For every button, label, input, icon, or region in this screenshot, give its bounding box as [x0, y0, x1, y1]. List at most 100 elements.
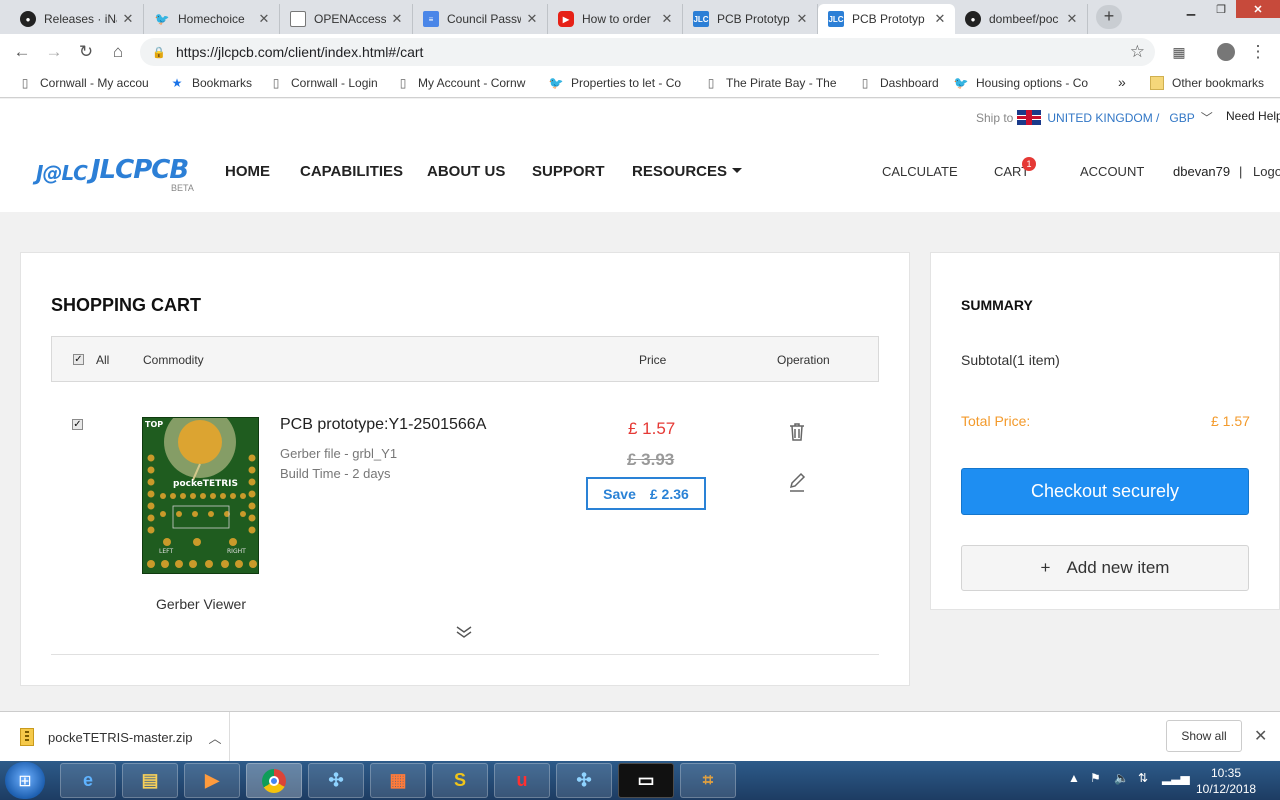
page-icon: ▯	[707, 76, 715, 90]
username-link[interactable]: dbevan79	[1173, 164, 1230, 179]
browser-tab[interactable]: 🐦 Homechoice ✕	[144, 4, 280, 34]
page-icon: ▯	[861, 76, 869, 90]
chevron-up-icon[interactable]: ︿	[209, 728, 222, 747]
back-icon[interactable]: ←	[10, 40, 34, 64]
browser-tab-active[interactable]: JLC PCB Prototyp ✕	[818, 4, 955, 34]
nav-support[interactable]: SUPPORT	[532, 163, 605, 180]
ship-to-selector[interactable]: Ship to UNITED KINGDOM / GBP ﹀	[976, 109, 1213, 126]
u-app-icon[interactable]: u	[494, 763, 550, 798]
show-all-button[interactable]: Show all	[1166, 720, 1242, 752]
nav-account[interactable]: ACCOUNT	[1080, 164, 1144, 179]
save-amount: £ 2.36	[649, 485, 689, 502]
add-new-item-button[interactable]: + Add new item	[961, 545, 1249, 591]
bookmark-item[interactable]: 🐦 Properties to let - Co	[549, 76, 684, 90]
tab-title: PCB Prototyp	[717, 12, 790, 26]
nav-capabilities[interactable]: CAPABILITIES	[300, 163, 403, 180]
nav-calculate[interactable]: CALCULATE	[882, 164, 958, 179]
address-bar[interactable]: 🔒 https://jlcpcb.com/client/index.html#/…	[140, 38, 1155, 66]
close-icon[interactable]: ✕	[121, 11, 135, 27]
more-bookmarks-chevron[interactable]: »	[1118, 74, 1126, 90]
need-help-link[interactable]: Need Help	[1226, 109, 1280, 123]
signal-icon[interactable]: ▂▃▅	[1162, 771, 1190, 785]
bookmark-item[interactable]: ▯ The Pirate Bay - The	[704, 76, 839, 90]
chrome-icon[interactable]	[246, 763, 302, 798]
start-button-icon[interactable]: ⊞	[5, 762, 45, 799]
col-all: All	[96, 353, 110, 367]
close-window-icon[interactable]: ✕	[1236, 0, 1280, 18]
home-icon[interactable]: ⌂	[106, 40, 130, 64]
volume-icon[interactable]: 🔈	[1114, 771, 1129, 785]
bookmark-item[interactable]: ▯ Dashboard	[858, 76, 942, 90]
bird-icon: 🐦	[154, 12, 170, 26]
github-icon: ●	[20, 11, 36, 27]
bookmark-item[interactable]: ▯ Cornwall - My accou	[18, 76, 152, 90]
reload-icon[interactable]: ↻	[74, 40, 98, 64]
total-price-label: Total Price:	[961, 413, 1031, 429]
fan-app-icon-2[interactable]: ✣	[556, 763, 612, 798]
s-app-icon[interactable]: S	[432, 763, 488, 798]
expand-details-icon[interactable]	[455, 625, 473, 642]
maximize-icon[interactable]: ❐	[1206, 0, 1236, 18]
item-checkbox[interactable]: ✓	[72, 419, 83, 430]
bookmark-item[interactable]: ★ Bookmarks	[170, 76, 260, 90]
browser-tab[interactable]: ▶ How to order ✕	[548, 4, 683, 34]
tab-title: Releases · iNa	[44, 12, 117, 26]
browser-tab[interactable]: ● Releases · iNa ✕	[10, 4, 144, 34]
browser-tab[interactable]: JLC PCB Prototyp ✕	[683, 4, 818, 34]
jlcpcb-logo[interactable]: J@LC JLCPCB BETA	[36, 155, 194, 193]
star-icon: ★	[171, 76, 183, 90]
menu-kebab-icon[interactable]: ⋮	[1246, 40, 1270, 64]
page-icon: ▯	[399, 76, 407, 90]
new-tab-button[interactable]: +	[1096, 5, 1122, 29]
logout-link[interactable]: Logout	[1253, 164, 1280, 179]
download-item[interactable]: pockeTETRIS-master.zip ︿	[0, 712, 230, 762]
bookmark-star-icon[interactable]: ☆	[1130, 42, 1145, 62]
bookmark-item[interactable]: ▯ My Account - Cornw	[396, 76, 530, 90]
explorer-folder-icon[interactable]: ▤	[122, 763, 178, 798]
download-filename: pockeTETRIS-master.zip	[48, 729, 193, 745]
windows-taskbar: ⊞ e ▤ ▶ ✣ ▦ S u ✣ ▭ ⌗ ▲ ⚑ 🔈 ⇅ ▂▃▅ 10:35 …	[0, 761, 1280, 800]
taskbar-clock[interactable]: 10:35 10/12/2018	[1196, 765, 1256, 797]
docs-icon: ≡	[423, 11, 439, 27]
flag-icon[interactable]: ⚑	[1090, 771, 1101, 785]
apps-grid-icon[interactable]: ▦	[1167, 40, 1191, 64]
close-icon[interactable]: ✕	[795, 11, 809, 27]
other-bookmarks-folder[interactable]: Other bookmarks	[1150, 76, 1270, 90]
browser-tab[interactable]: ≡ Council Passw ✕	[413, 4, 548, 34]
edit-pencil-icon[interactable]	[785, 470, 809, 494]
ie-icon[interactable]: e	[60, 763, 116, 798]
fan-app-icon[interactable]: ✣	[308, 763, 364, 798]
office-app-icon[interactable]: ▦	[370, 763, 426, 798]
network-icon[interactable]: ⇅	[1138, 771, 1148, 785]
media-player-icon[interactable]: ▶	[184, 763, 240, 798]
profile-avatar-icon[interactable]	[1214, 40, 1238, 64]
pcb-left-label: LEFT	[159, 548, 173, 555]
bookmark-item[interactable]: ▯ Cornwall - Login	[269, 76, 384, 90]
close-icon[interactable]: ✕	[257, 11, 271, 27]
page-icon: ▯	[21, 76, 29, 90]
command-prompt-icon[interactable]: ▭	[618, 763, 674, 798]
schematic-app-icon[interactable]: ⌗	[680, 763, 736, 798]
browser-tab[interactable]: ● dombeef/poc ✕	[955, 4, 1088, 34]
trash-icon[interactable]	[785, 420, 809, 444]
close-icon[interactable]: ✕	[390, 11, 404, 27]
ship-country: UNITED KINGDOM /	[1047, 110, 1160, 125]
nav-home[interactable]: HOME	[225, 163, 270, 180]
nav-about-us[interactable]: ABOUT US	[427, 163, 505, 180]
gerber-viewer-link[interactable]: Gerber Viewer	[156, 596, 246, 612]
close-icon[interactable]: ✕	[1254, 726, 1267, 746]
page-icon: ▯	[272, 76, 280, 90]
browser-tab[interactable]: OPENAccess ✕	[280, 4, 413, 34]
checkout-button[interactable]: Checkout securely	[961, 468, 1249, 515]
close-icon[interactable]: ✕	[1065, 11, 1079, 27]
bookmark-item[interactable]: 🐦 Housing options - Co	[954, 76, 1092, 90]
pcb-preview-image[interactable]: TOP pockeTETRIS LEFT RIGHT	[142, 417, 259, 574]
close-icon[interactable]: ✕	[933, 11, 947, 27]
close-icon[interactable]: ✕	[525, 11, 539, 27]
minimize-icon[interactable]: ▁	[1176, 0, 1206, 18]
select-all-checkbox[interactable]: ✓	[73, 354, 84, 365]
forward-icon[interactable]: →	[42, 40, 66, 64]
nav-resources[interactable]: RESOURCES	[632, 163, 743, 180]
close-icon[interactable]: ✕	[660, 11, 674, 27]
tray-expand-icon[interactable]: ▲	[1068, 771, 1080, 785]
